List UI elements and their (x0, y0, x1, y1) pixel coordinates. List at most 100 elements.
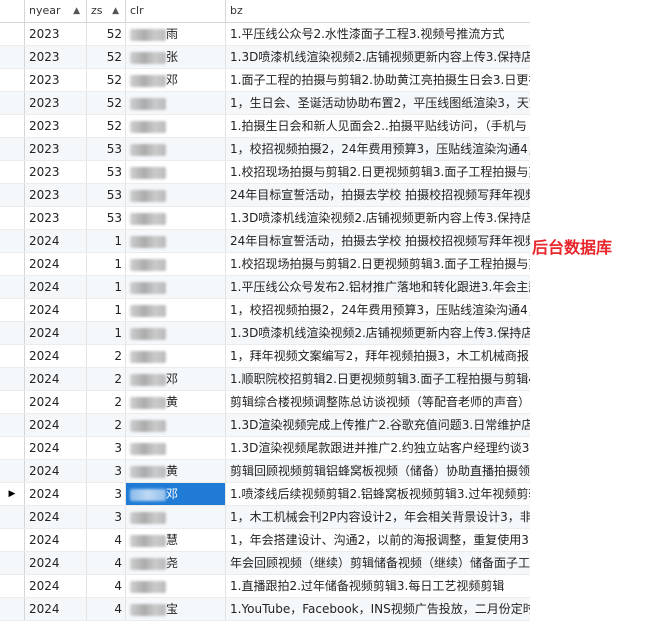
cell-zs[interactable]: 53 (87, 138, 126, 160)
cell-bz[interactable]: 1，拜年视频文案编写2，拜年视频拍摄3，木工机械商报 (226, 345, 530, 367)
row-indicator[interactable] (0, 207, 25, 229)
cell-bz[interactable]: 剪辑回顾视频剪辑铝蜂窝板视频（储备）协助直播拍摄领 (226, 460, 530, 482)
cell-clr[interactable]: 邓 (126, 69, 226, 91)
cell-clr[interactable] (126, 92, 226, 114)
table-row[interactable]: 2024 2 1，拜年视频文案编写2，拜年视频拍摄3，木工机械商报 (0, 345, 530, 368)
cell-bz[interactable]: 1，校招视频拍摄2，24年费用预算3，压贴线渲染沟通4， (226, 138, 530, 160)
cell-bz[interactable]: 1，生日会、圣诞活动协助布置2，平压线图纸渲染3，天空 (226, 92, 530, 114)
cell-nyear[interactable]: 2023 (25, 138, 87, 160)
row-indicator[interactable] (0, 46, 25, 68)
cell-clr[interactable] (126, 299, 226, 321)
cell-nyear[interactable]: 2023 (25, 184, 87, 206)
cell-zs[interactable]: 52 (87, 92, 126, 114)
row-indicator[interactable] (0, 368, 25, 390)
cell-nyear[interactable]: 2024 (25, 345, 87, 367)
row-indicator[interactable] (0, 92, 25, 114)
cell-zs[interactable]: 4 (87, 575, 126, 597)
row-indicator[interactable] (0, 253, 25, 275)
cell-bz[interactable]: 1，年会搭建设计、沟通2，以前的海报调整，重复使用3， (226, 529, 530, 551)
cell-bz[interactable]: 24年目标宣誓活动，拍摄去学校 拍摄校招视频写拜年视频 (226, 184, 530, 206)
cell-bz[interactable]: 1.顺职院校招剪辑2.日更视频剪辑3.面子工程拍摄与剪辑4 (226, 368, 530, 390)
row-indicator[interactable] (0, 598, 25, 620)
column-header-bz[interactable]: bz (226, 0, 530, 22)
cell-clr[interactable]: 黄 (126, 391, 226, 413)
cell-zs[interactable]: 4 (87, 529, 126, 551)
row-indicator[interactable] (0, 529, 25, 551)
cell-bz[interactable]: 1，校招视频拍摄2，24年费用预算3，压贴线渲染沟通4， (226, 299, 530, 321)
row-indicator[interactable] (0, 230, 25, 252)
cell-nyear[interactable]: 2024 (25, 552, 87, 574)
cell-bz[interactable]: 1.YouTube，Facebook，INS视频广告投放，二月份定时 (226, 598, 530, 620)
table-row[interactable]: 2024 3 1.3D渲染视频尾款跟进并推广2.约独立站客户经理约谈3.店 (0, 437, 530, 460)
cell-clr[interactable] (126, 506, 226, 528)
table-row[interactable]: 2023 52 1，生日会、圣诞活动协助布置2，平压线图纸渲染3，天空 (0, 92, 530, 115)
sort-ascending-icon[interactable]: ▲ (112, 0, 119, 22)
cell-zs[interactable]: 1 (87, 299, 126, 321)
cell-zs[interactable]: 4 (87, 552, 126, 574)
cell-clr[interactable]: 尧 (126, 552, 226, 574)
cell-nyear[interactable]: 2023 (25, 46, 87, 68)
cell-bz[interactable]: 1.校招现场拍摄与剪辑2.日更视频剪辑3.面子工程拍摄与剪 (226, 161, 530, 183)
cell-clr[interactable]: 慧 (126, 529, 226, 551)
row-indicator[interactable] (0, 391, 25, 413)
cell-nyear[interactable]: 2024 (25, 460, 87, 482)
cell-nyear[interactable]: 2023 (25, 69, 87, 91)
row-indicator[interactable] (0, 437, 25, 459)
cell-clr[interactable] (126, 414, 226, 436)
row-indicator[interactable] (0, 345, 25, 367)
cell-bz[interactable]: 1.3D喷漆机线渲染视频2.店铺视频更新内容上传3.保持店铺 (226, 46, 530, 68)
cell-zs[interactable]: 2 (87, 391, 126, 413)
cell-nyear[interactable]: 2024 (25, 253, 87, 275)
cell-bz[interactable]: 1.3D喷漆机线渲染视频2.店铺视频更新内容上传3.保持店铺 (226, 207, 530, 229)
row-indicator[interactable] (0, 460, 25, 482)
table-row[interactable]: 2023 52 雨 1.平压线公众号2.水性漆面子工程3.视频号推流方式 (0, 23, 530, 46)
cell-nyear[interactable]: 2024 (25, 598, 87, 620)
row-indicator[interactable] (0, 299, 25, 321)
table-row[interactable]: ▶ 2024 3 邓 1.喷漆线后续视频剪辑2.铝蜂窝板视频剪辑3.过年视频剪辑 (0, 483, 530, 506)
cell-bz[interactable]: 年会回顾视频（继续）剪辑储备视频（继续）储备面子工程 (226, 552, 530, 574)
data-grid[interactable]: nyear ▲ zs ▲ clr bz 2023 52 雨 1.平压线公众号2.水性漆… (0, 0, 530, 621)
table-row[interactable]: 2023 53 1.校招现场拍摄与剪辑2.日更视频剪辑3.面子工程拍摄与剪 (0, 161, 530, 184)
cell-bz[interactable]: 24年目标宣誓活动，拍摄去学校 拍摄校招视频写拜年视频 (226, 230, 530, 252)
table-row[interactable]: 2024 1 1，校招视频拍摄2，24年费用预算3，压贴线渲染沟通4， (0, 299, 530, 322)
cell-bz[interactable]: 1.直播跟拍2.过年储备视频剪辑3.每日工艺视频剪辑 (226, 575, 530, 597)
cell-nyear[interactable]: 2024 (25, 575, 87, 597)
cell-bz[interactable]: 1.平压线公众号发布2.铝材推广落地和转化跟进3.年会主题 (226, 276, 530, 298)
row-indicator[interactable] (0, 575, 25, 597)
table-row[interactable]: 2024 4 慧 1，年会搭建设计、沟通2，以前的海报调整，重复使用3， (0, 529, 530, 552)
cell-bz[interactable]: 1.面子工程的拍摄与剪辑2.协助黄江亮拍摄生日会3.日更视频 (226, 69, 530, 91)
cell-zs[interactable]: 3 (87, 460, 126, 482)
cell-clr[interactable]: 黄 (126, 460, 226, 482)
cell-zs[interactable]: 2 (87, 414, 126, 436)
cell-zs[interactable]: 2 (87, 368, 126, 390)
row-indicator[interactable] (0, 115, 25, 137)
row-indicator[interactable] (0, 322, 25, 344)
table-row[interactable]: 2024 2 邓 1.顺职院校招剪辑2.日更视频剪辑3.面子工程拍摄与剪辑4 (0, 368, 530, 391)
table-row[interactable]: 2023 52 张 1.3D喷漆机线渲染视频2.店铺视频更新内容上传3.保持店铺 (0, 46, 530, 69)
cell-clr[interactable]: 张 (126, 46, 226, 68)
cell-clr[interactable] (126, 138, 226, 160)
table-row[interactable]: 2024 2 1.3D渲染视频完成上传推广2.谷歌充值问题3.日常维护店铺 (0, 414, 530, 437)
cell-zs[interactable]: 52 (87, 69, 126, 91)
cell-clr[interactable] (126, 575, 226, 597)
row-indicator[interactable] (0, 276, 25, 298)
cell-clr[interactable]: 宝 (126, 598, 226, 620)
cell-clr[interactable]: 雨 (126, 23, 226, 45)
table-row[interactable]: 2023 53 1，校招视频拍摄2，24年费用预算3，压贴线渲染沟通4， (0, 138, 530, 161)
cell-nyear[interactable]: 2023 (25, 92, 87, 114)
cell-nyear[interactable]: 2024 (25, 276, 87, 298)
cell-bz[interactable]: 1.平压线公众号2.水性漆面子工程3.视频号推流方式 (226, 23, 530, 45)
cell-zs[interactable]: 3 (87, 506, 126, 528)
cell-clr[interactable] (126, 253, 226, 275)
sort-ascending-icon[interactable]: ▲ (73, 0, 80, 22)
table-row[interactable]: 2024 1 1.3D喷漆机线渲染视频2.店铺视频更新内容上传3.保持店铺 (0, 322, 530, 345)
column-header-clr[interactable]: clr (126, 0, 226, 22)
cell-bz[interactable]: 1.3D渲染视频尾款跟进并推广2.约独立站客户经理约谈3.店 (226, 437, 530, 459)
cell-zs[interactable]: 1 (87, 230, 126, 252)
row-indicator[interactable] (0, 414, 25, 436)
cell-clr[interactable]: 邓 (126, 368, 226, 390)
cell-nyear[interactable]: 2024 (25, 368, 87, 390)
cell-zs[interactable]: 3 (87, 437, 126, 459)
row-indicator[interactable] (0, 161, 25, 183)
cell-zs[interactable]: 52 (87, 23, 126, 45)
